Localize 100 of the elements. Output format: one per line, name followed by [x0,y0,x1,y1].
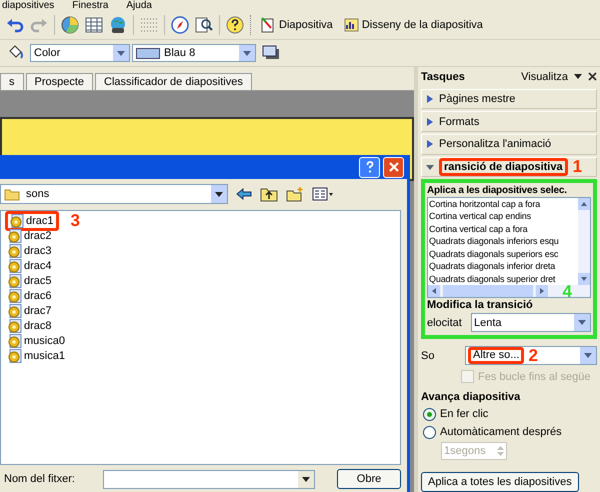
close-icon[interactable] [588,72,597,82]
slide-design-icon [342,17,359,33]
close-icon [388,161,400,173]
sound-file-icon [8,318,22,332]
dropdown-arrow-icon [302,476,310,482]
collapsed-arrow-icon[interactable] [426,140,434,148]
vertical-scrollbar[interactable] [578,198,590,286]
sound-dropdown[interactable]: Altre so... 2 [465,346,597,366]
spin-arrows-icon [496,444,505,458]
speed-label: elocitat [427,316,463,329]
sound-label: So [421,350,436,362]
sound-file-item[interactable]: musica1 [5,346,68,364]
scroll-left-icon[interactable] [428,285,440,298]
sound-file-item[interactable]: musica0 [5,332,68,350]
expanded-arrow-icon[interactable] [426,162,434,171]
transition-option[interactable]: Cortina vertical cap a fora [428,222,578,236]
sound-file-item[interactable]: drac7 [5,302,55,320]
section-title: Modifica la transició [427,299,534,312]
grid-icon[interactable] [140,17,158,33]
transition-option[interactable]: Quadrats diagonals superiors esc [428,248,578,260]
fill-color-dropdown[interactable]: Blau 8 [132,44,256,62]
transition-option[interactable]: Quadrats diagonals inferior dreta [428,260,578,273]
toolbar-button[interactable]: Diapositiva [258,15,335,35]
sound-file-icon [8,258,22,272]
file-name-field[interactable] [102,470,315,488]
collapsed-arrow-icon[interactable] [426,94,434,103]
dropdown-arrow-icon[interactable] [574,74,582,80]
apply-all-button[interactable]: Aplica a totes les diapositives [421,472,579,492]
sound-file-item[interactable]: drac3 [5,242,55,260]
loop-label: Fes bucle fins al següe [478,370,591,383]
sound-file-icon [8,304,22,318]
sound-file-icon [8,334,22,348]
sound-file-item[interactable]: drac8 [5,316,55,334]
radio-button[interactable] [423,426,436,439]
speed-dropdown[interactable]: Lenta [471,313,591,332]
section-title: Aplica a les diapositives selec. [427,184,568,196]
file-name-label: Nom del fitxer: [4,473,75,485]
view-tab[interactable]: Classificador de diapositives [95,73,252,90]
section-title: Avança diapositiva [421,391,522,404]
scroll-up-icon[interactable] [578,198,590,210]
dropdown-arrow-icon [578,320,586,326]
callout-number: 4 [562,284,572,300]
sound-file-icon [8,228,22,242]
folder-icon [4,187,20,201]
menu-item[interactable]: Ajuda [126,0,152,11]
collapsed-arrow-icon[interactable] [426,118,434,126]
callout-number: 1 [572,158,582,175]
color-swatch [136,48,160,58]
transition-option[interactable]: Cortina horitzontal cap a fora [428,198,578,210]
new-folder-icon[interactable] [286,186,304,202]
transition-option[interactable]: Quadrats diagonals superior dret [428,272,578,286]
dropdown-arrow-icon [584,353,592,358]
up-folder-icon[interactable] [260,186,278,202]
view-tab[interactable]: Prospecte [26,73,94,90]
radio-button[interactable] [423,408,436,421]
view-tab[interactable]: s [0,73,24,90]
dropdown-arrow-icon [215,192,223,196]
sound-value: Altre so... [468,347,524,364]
location-dropdown[interactable]: sons [0,184,228,204]
transition-option[interactable]: Quadrats diagonals inferiors esqu [428,235,578,248]
sound-file-item[interactable]: drac5 [5,272,55,290]
undo-icon[interactable] [6,17,24,33]
menu-item[interactable]: diapositives [2,0,54,11]
sound-file-icon [8,274,22,288]
toolbar-button[interactable]: Disseny de la diapositiva [340,15,485,35]
section-header[interactable]: ransició de diapositiva [439,158,568,176]
radio-label: Automàticament després [440,426,562,438]
callout-number: 2 [528,348,538,364]
sound-file-icon [10,214,24,228]
views-icon[interactable] [312,187,334,201]
section-header[interactable]: Formats [439,116,480,128]
horizontal-scrollbar[interactable] [428,285,590,298]
callout-number: 3 [70,212,80,228]
table-icon[interactable] [85,17,103,33]
sound-file-icon [8,244,22,258]
transition-option[interactable]: Cortina vertical cap endins [428,210,578,223]
menu-item[interactable]: Finestra [72,0,108,11]
dropdown-arrow-icon [117,50,125,56]
scroll-right-icon[interactable] [536,285,548,298]
question-mark-icon [364,161,376,173]
sound-file-item[interactable]: drac4 [5,256,55,274]
radio-label: En fer clic [440,408,488,420]
back-icon[interactable] [236,188,252,200]
new-slide-icon [260,17,276,33]
zoom-icon[interactable] [195,16,213,34]
shadow-icon[interactable] [262,45,280,61]
compass-icon[interactable] [171,16,189,34]
color-mode-dropdown[interactable]: Color [30,44,130,62]
globe-icon[interactable] [109,16,127,34]
help-button[interactable] [359,156,380,178]
sound-file-icon [8,288,22,302]
sound-file-item[interactable]: drac6 [5,286,55,304]
pane-title: Tasques [421,70,465,83]
scroll-down-icon[interactable] [578,273,590,286]
pie-chart-icon[interactable] [61,16,79,34]
view-menu[interactable]: Visualitza [521,70,568,83]
sound-file-item[interactable]: drac1 [5,210,59,230]
help-icon[interactable] [226,16,244,34]
open-button[interactable]: Obre [337,469,401,489]
close-button[interactable] [383,156,404,178]
